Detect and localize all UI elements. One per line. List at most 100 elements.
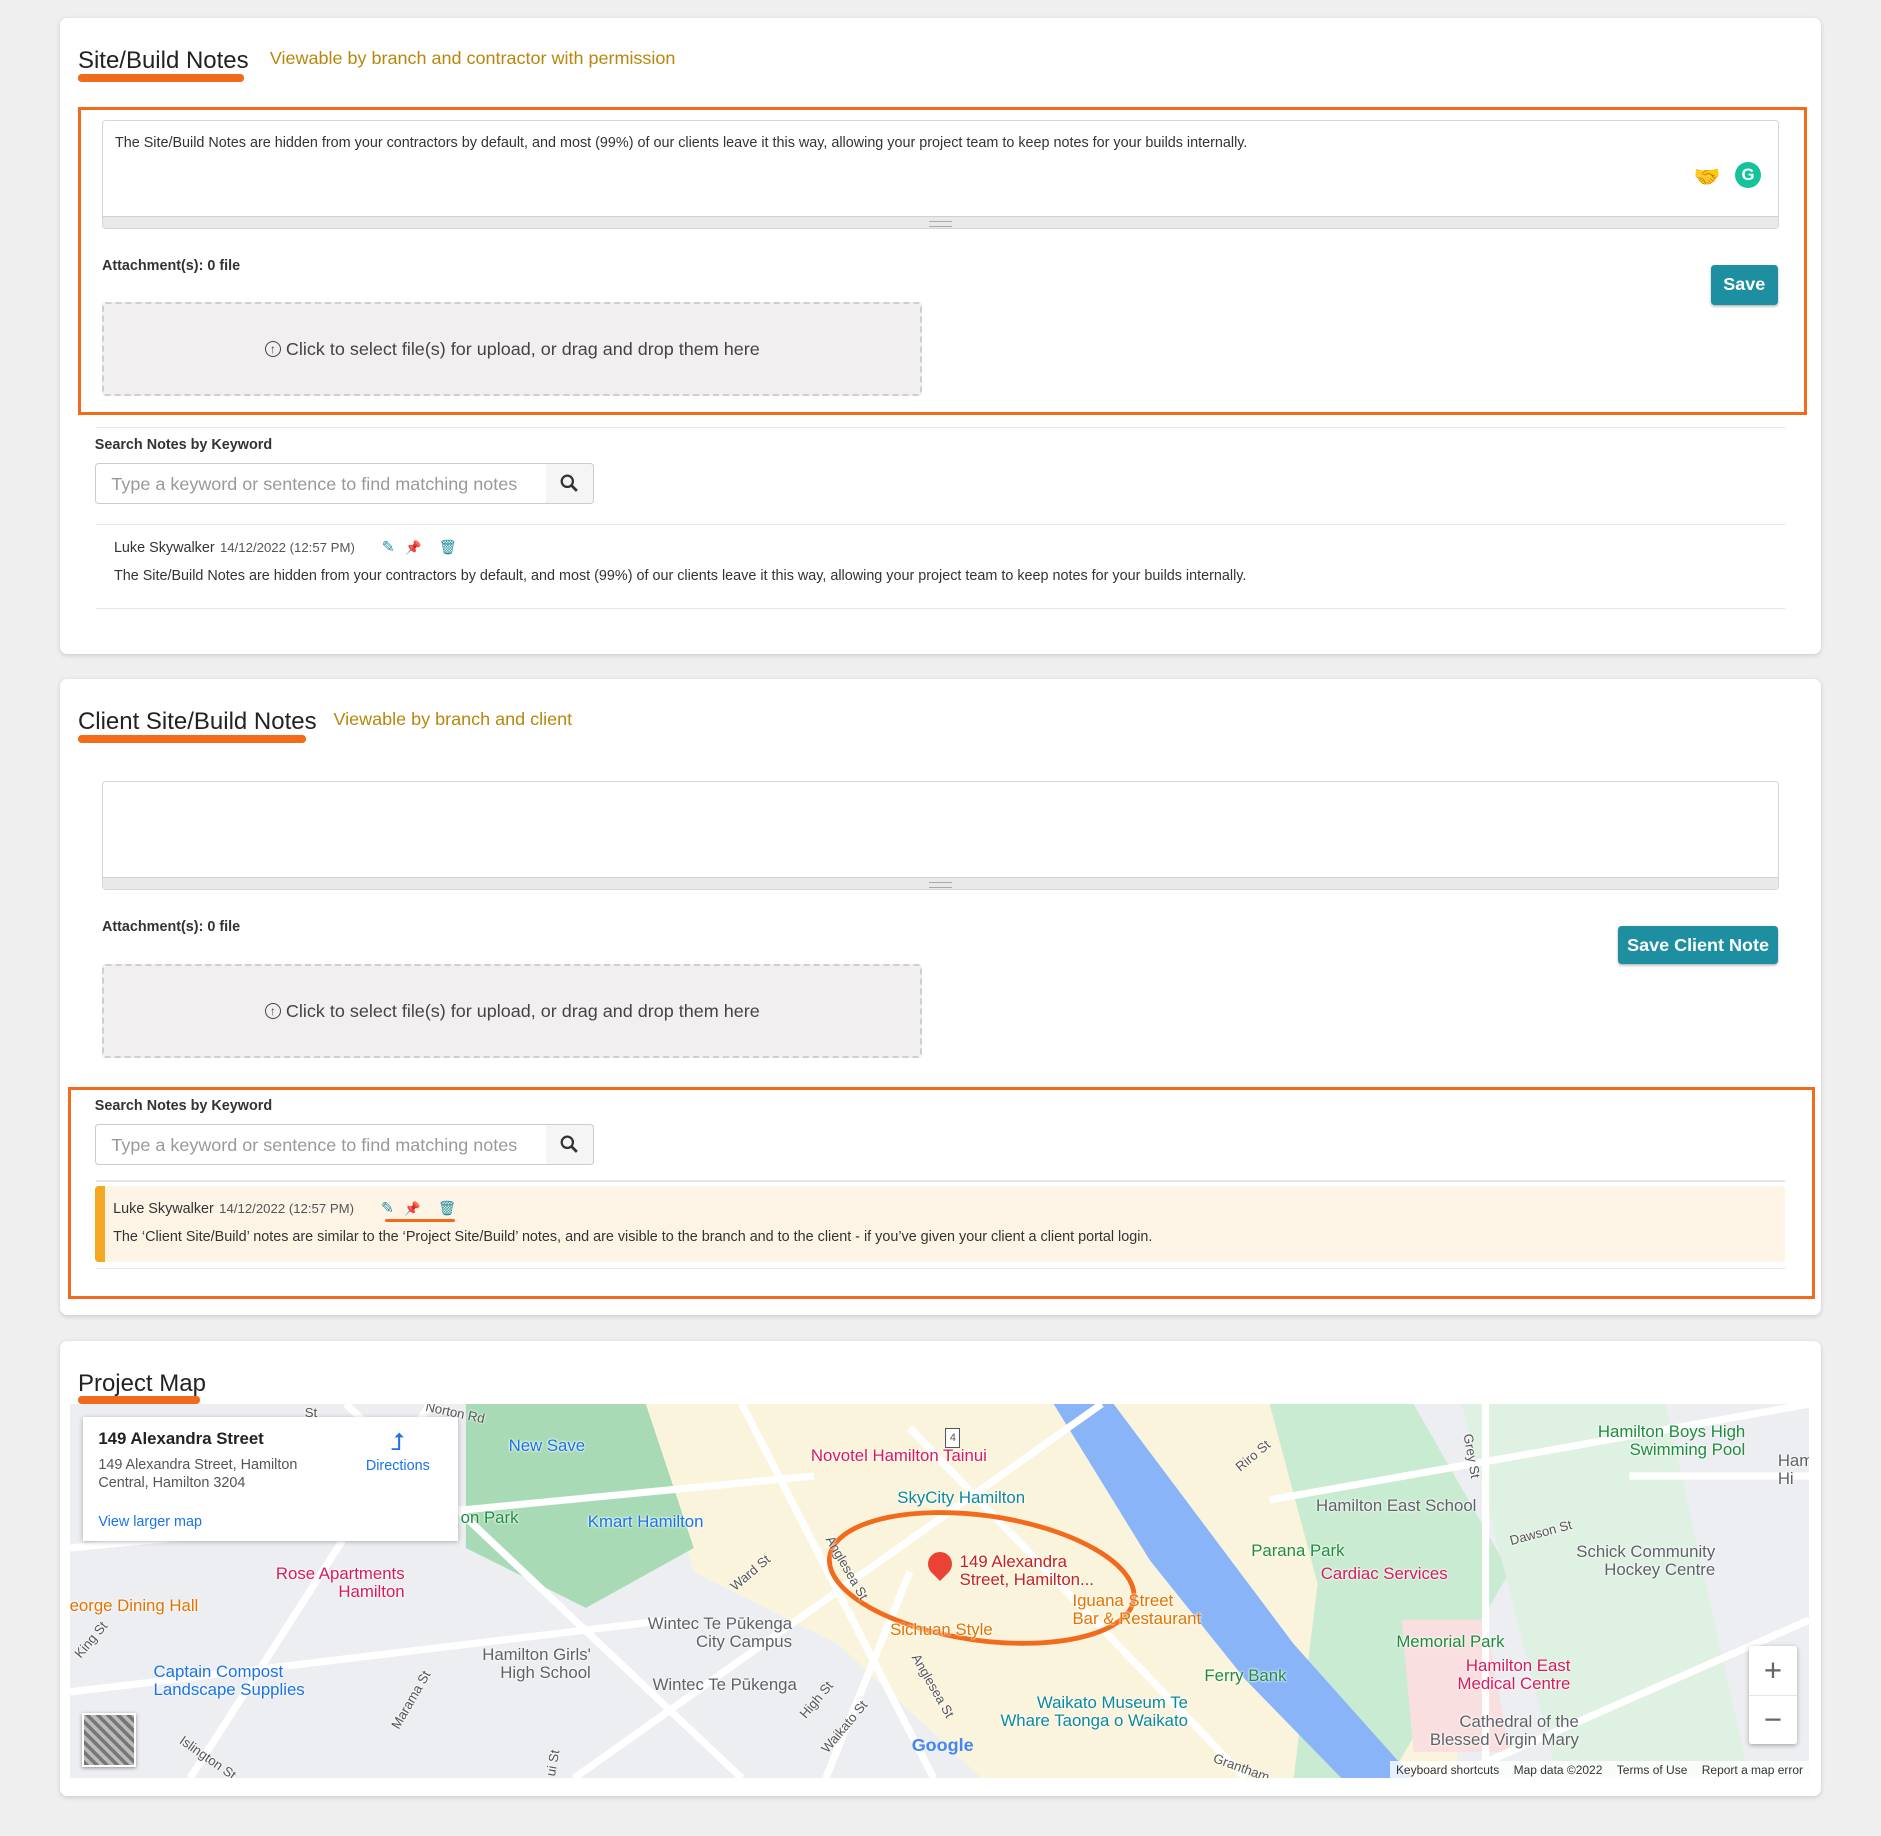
note-date: 14/12/2022 (12:57 PM) [219,1201,355,1217]
search-input[interactable]: Type a keyword or sentence to find match… [94,463,547,504]
poi-label-line: Whare Taonga o Waikato [1000,1710,1188,1730]
poi-label[interactable]: Captain Compost Landscape Supplies [153,1661,305,1699]
poi-label[interactable]: Sichuan Style [890,1620,993,1639]
divider [95,608,1786,610]
trash-icon[interactable]: 🗑 [438,1201,456,1217]
poi-label[interactable]: Cardiac Services [1321,1565,1448,1583]
poi-label-line: Medical Centre [1457,1673,1571,1693]
zoom-controls: + − [1749,1645,1797,1745]
active-tab-underline [77,735,306,743]
poi-label[interactable]: Ferry Bank [1204,1667,1286,1685]
search-icon [560,474,579,493]
client-notes-textarea[interactable] [101,780,1780,891]
terms-link[interactable]: Terms of Use [1617,1763,1688,1777]
resize-handle[interactable] [102,216,1779,229]
poi-label-line: Hamilton Boys High [1597,1421,1746,1441]
search-placeholder: Type a keyword or sentence to find match… [111,473,518,494]
poi-label[interactable]: Iguana Street Bar & Restaurant [1072,1591,1201,1628]
keyboard-shortcuts-link[interactable]: Keyboard shortcuts [1396,1763,1499,1777]
client-notes-card: Client Site/Build Notes Viewable by bran… [59,678,1821,1315]
map-data-text: Map data ©2022 [1513,1762,1603,1777]
report-error-link[interactable]: Report a map error [1702,1763,1803,1777]
poi-label-line: Hamilton [338,1582,405,1602]
poi-label[interactable]: eorge Dining Hall [70,1596,199,1615]
file-dropzone[interactable]: ↑ Click to select file(s) for upload, or … [101,302,923,396]
active-tab-underline [77,74,244,82]
attachments-label: Attachment(s): 0 file [101,918,241,935]
note-author: Luke Skywalker [113,540,215,557]
site-notes-title[interactable]: Site/Build Notes [78,47,249,75]
site-notes-card: Site/Build Notes Viewable by branch and … [59,17,1821,654]
marker-label-1: 149 Alexandra [959,1552,1067,1572]
marker-label-2: Street, Hamilton... [959,1570,1094,1590]
poi-label[interactable]: Wintec Te Pūkenga [653,1675,797,1694]
note-item-highlighted: Luke Skywalker 14/12/2022 (12:57 PM) ✎ 📌… [94,1186,1785,1262]
poi-label[interactable]: Kmart Hamilton [588,1512,704,1531]
grammarly-icon[interactable]: G [1734,161,1762,189]
satellite-toggle[interactable] [81,1713,136,1768]
directions-button[interactable]: ⮥ Directions [366,1429,430,1474]
poi-label[interactable]: SkyCity Hamilton [897,1488,1025,1507]
poi-label[interactable]: Hamilton East Medical Centre [1457,1655,1571,1693]
poi-label[interactable]: Parana Park [1251,1541,1344,1560]
map-footer: Keyboard shortcuts Map data ©2022 Terms … [1389,1761,1809,1778]
save-button[interactable]: Save [1710,265,1778,305]
poi-label-line: Hamilton East [1465,1655,1571,1675]
poi-label[interactable]: HamilHi [1777,1451,1809,1488]
save-client-note-button[interactable]: Save Client Note [1618,926,1778,965]
attachments-label: Attachment(s): 0 file [101,257,241,274]
search-button[interactable] [545,463,594,504]
poi-label-line: Wintec Te Pūkenga [647,1613,793,1633]
poi-label[interactable]: Novotel Hamilton Tainui [811,1446,987,1465]
search-placeholder: Type a keyword or sentence to find match… [111,1134,518,1155]
map-view[interactable]: 149 Alexandra Street, Hamilton... New Sav… [69,1403,1809,1778]
place-name: 149 Alexandra Street [98,1428,264,1448]
resize-handle[interactable] [102,877,1779,890]
project-map-title: Project Map [77,1369,206,1397]
poi-label[interactable]: Waikato Museum Te Whare Taonga o Waikato [1000,1692,1188,1730]
search-label: Search Notes by Keyword [94,1097,273,1114]
poi-label[interactable]: Hamilton East School [1316,1497,1476,1515]
poi-label-line: Schick Community [1576,1541,1716,1561]
edit-icon[interactable]: ✎ [382,539,395,556]
search-label: Search Notes by Keyword [94,436,273,453]
poi-label-line: Captain Compost [153,1661,284,1681]
poi-label[interactable]: Schick Community Hockey Centre [1576,1541,1716,1579]
poi-label-line: Hi [1777,1468,1794,1488]
poi-label-line: Hockey Centre [1604,1559,1716,1579]
site-notes-subtitle: Viewable by branch and contractor with p… [269,47,676,68]
search-input[interactable]: Type a keyword or sentence to find match… [94,1124,547,1165]
search-button[interactable] [545,1124,594,1165]
marker-label: 149 Alexandra Street, Hamilton... [960,1553,1094,1589]
client-notes-title[interactable]: Client Site/Build Notes [78,708,317,736]
pin-icon[interactable]: 📌 [404,1201,420,1216]
poi-label[interactable]: Hamilton Girls' High School [482,1645,591,1682]
divider [95,1180,1786,1182]
handshake-icon[interactable]: 🤝 [1694,164,1721,190]
poi-label-line: Rose Apartments [275,1564,405,1584]
site-notes-textarea[interactable]: The Site/Build Notes are hidden from you… [101,119,1780,230]
poi-label-line: Landscape Supplies [153,1679,305,1699]
poi-label[interactable]: on Park [461,1509,519,1527]
poi-label[interactable]: Wintec Te Pūkenga City Campus [647,1613,793,1651]
zoom-in-button[interactable]: + [1749,1646,1797,1697]
view-larger-map-link[interactable]: View larger map [98,1514,202,1530]
trash-icon[interactable]: 🗑 [439,540,457,556]
poi-label[interactable]: Hamilton Boys High Swimming Pool [1597,1421,1746,1459]
address-line-1: 149 Alexandra Street, Hamilton [98,1457,298,1474]
address-line-2: Central, Hamilton 3204 [98,1475,246,1492]
zoom-out-button[interactable]: − [1749,1696,1797,1744]
poi-label[interactable]: Cathedral of the Blessed Virgin Mary [1430,1713,1579,1749]
poi-label[interactable]: Rose Apartments Hamilton [276,1565,405,1601]
poi-label-line: Waikato Museum Te [1036,1692,1188,1712]
place-address: 149 Alexandra Street, Hamilton Central, H… [98,1456,297,1492]
project-map-card: Project Map 149 Alexandra Street, Hamilto… [59,1341,1821,1796]
icons-underline [385,1218,456,1223]
edit-icon[interactable]: ✎ [381,1200,394,1217]
poi-label[interactable]: New Save [509,1437,585,1455]
poi-label[interactable]: Memorial Park [1396,1632,1504,1651]
file-dropzone[interactable]: ↑ Click to select file(s) for upload, or … [101,964,923,1059]
directions-label: Directions [365,1457,430,1474]
textarea-value: The Site/Build Notes are hidden from you… [114,135,1248,152]
pin-icon[interactable]: 📌 [405,540,421,555]
